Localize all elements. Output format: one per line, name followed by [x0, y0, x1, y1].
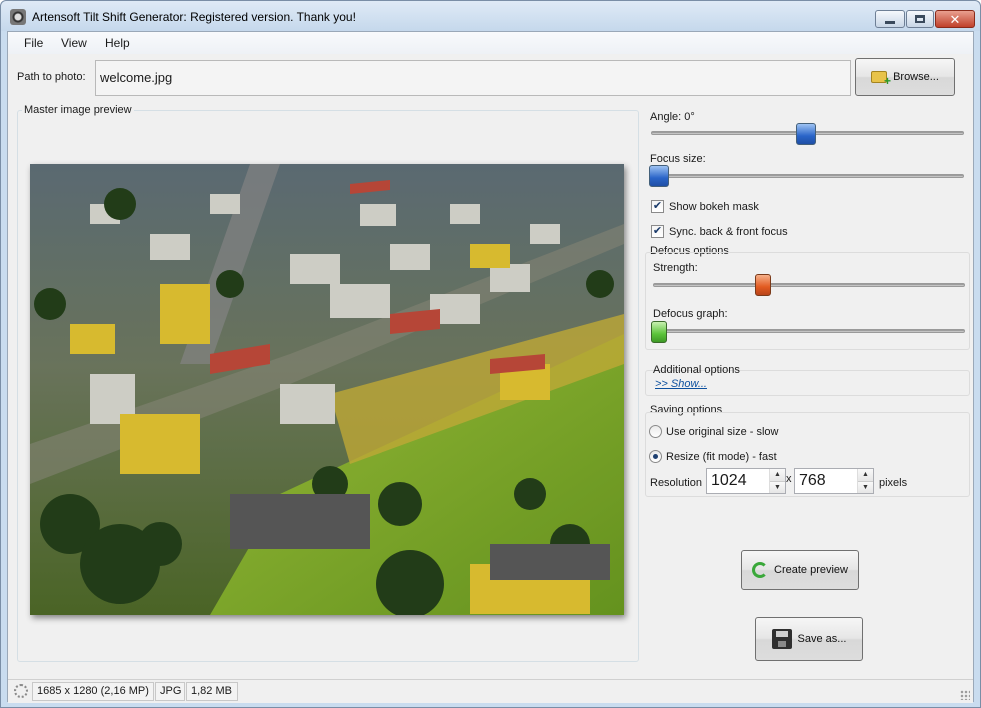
sync-focus-checkbox[interactable]: ✔ — [651, 225, 664, 238]
path-label: Path to photo: — [17, 71, 86, 83]
status-dimensions: 1685 x 1280 (2,16 MP) — [32, 682, 154, 701]
width-spinner[interactable]: ▲ ▼ — [769, 469, 785, 493]
save-as-button[interactable]: Save as... — [755, 617, 863, 661]
maximize-button[interactable] — [906, 10, 934, 28]
resize-fit-mode-label: Resize (fit mode) - fast — [666, 451, 777, 463]
focus-size-slider-thumb[interactable] — [649, 165, 669, 187]
resolution-width-value: 1024 — [711, 472, 747, 489]
close-button[interactable]: ✕ — [935, 10, 975, 28]
defocus-graph-slider-track[interactable] — [653, 329, 965, 333]
refresh-icon — [752, 562, 768, 578]
use-original-size-label: Use original size - slow — [666, 426, 779, 438]
minimize-button[interactable] — [875, 10, 905, 28]
chevron-down-icon[interactable]: ▼ — [770, 481, 785, 493]
browse-button[interactable]: Browse... — [855, 58, 955, 96]
path-input[interactable]: welcome.jpg — [95, 60, 851, 96]
maximize-icon — [915, 15, 925, 23]
status-bar: 1685 x 1280 (2,16 MP) JPG 1,82 MB — [8, 679, 973, 703]
chevron-down-icon[interactable]: ▼ — [858, 481, 873, 493]
angle-label: Angle: 0° — [650, 111, 695, 123]
additional-options-title: Additional options — [653, 364, 740, 376]
show-bokeh-mask-label: Show bokeh mask — [669, 201, 759, 213]
defocus-graph-slider-thumb[interactable] — [651, 321, 667, 343]
resolution-height-value: 768 — [799, 472, 826, 489]
menu-help[interactable]: Help — [105, 36, 130, 50]
show-bokeh-mask-checkbox[interactable]: ✔ — [651, 200, 664, 213]
status-format: JPG — [155, 682, 185, 701]
strength-label: Strength: — [653, 262, 698, 274]
preview-image[interactable] — [30, 164, 624, 615]
resolution-width-input[interactable]: 1024 ▲ ▼ — [706, 468, 786, 494]
menu-bar: File View Help — [8, 32, 973, 54]
resize-fit-mode-radio[interactable] — [649, 450, 662, 463]
loading-icon — [14, 684, 28, 698]
resize-grip-icon[interactable] — [960, 690, 970, 700]
minimize-icon — [885, 20, 895, 24]
main-panel: File View Help Path to photo: welcome.jp… — [7, 31, 974, 703]
title-bar: Artensoft Tilt Shift Generator: Register… — [1, 1, 980, 31]
create-preview-label: Create preview — [774, 564, 848, 576]
save-as-label: Save as... — [797, 633, 847, 645]
show-additional-options-link[interactable]: >> Show... — [655, 378, 707, 390]
strength-slider-thumb[interactable] — [755, 274, 771, 296]
angle-slider-thumb[interactable] — [796, 123, 816, 145]
chevron-up-icon[interactable]: ▲ — [858, 469, 873, 481]
strength-slider-track[interactable] — [653, 283, 965, 287]
pixels-label: pixels — [879, 477, 908, 489]
app-icon[interactable] — [10, 9, 26, 25]
menu-view[interactable]: View — [61, 36, 87, 50]
status-file-size: 1,82 MB — [186, 682, 238, 701]
resolution-height-input[interactable]: 768 ▲ ▼ — [794, 468, 874, 494]
preview-label: Master image preview — [22, 104, 134, 116]
close-icon: ✕ — [949, 11, 961, 27]
save-disk-icon — [771, 629, 792, 649]
app-window: Artensoft Tilt Shift Generator: Register… — [0, 0, 981, 708]
focus-size-label: Focus size: — [650, 153, 706, 165]
focus-size-slider-track[interactable] — [651, 174, 964, 178]
create-preview-button[interactable]: Create preview — [741, 550, 859, 590]
window-title: Artensoft Tilt Shift Generator: Register… — [32, 10, 356, 24]
menu-file[interactable]: File — [24, 36, 43, 50]
sync-focus-label: Sync. back & front focus — [669, 226, 788, 238]
defocus-graph-label: Defocus graph: — [653, 308, 728, 320]
folder-add-icon — [871, 71, 891, 88]
use-original-size-radio[interactable] — [649, 425, 662, 438]
browse-button-label: Browse... — [893, 71, 939, 83]
resolution-separator: x — [786, 473, 792, 485]
height-spinner[interactable]: ▲ ▼ — [857, 469, 873, 493]
chevron-up-icon[interactable]: ▲ — [770, 469, 785, 481]
resolution-label: Resolution — [650, 477, 702, 489]
